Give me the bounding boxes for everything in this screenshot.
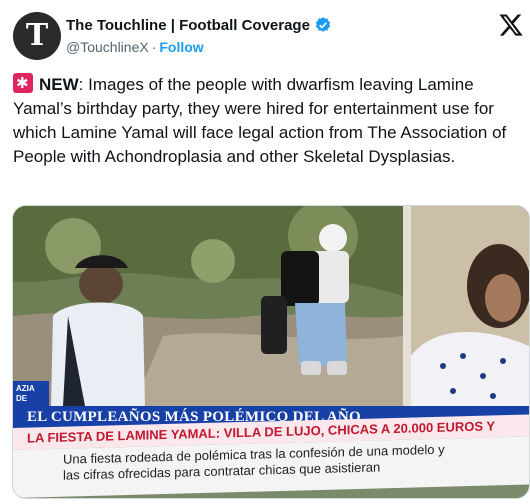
- follow-button[interactable]: Follow: [159, 39, 203, 55]
- avatar-logo: T: [25, 18, 49, 53]
- verified-badge-icon: [315, 17, 331, 32]
- tweet-text: NEW: Images of the people with dwarfism …: [13, 72, 523, 169]
- display-name[interactable]: The Touchline | Football Coverage: [66, 17, 310, 34]
- tweet-header: T The Touchline | Football Coverage @Tou…: [0, 0, 530, 70]
- separator-dot: ·: [151, 39, 157, 55]
- avatar[interactable]: T: [13, 12, 61, 60]
- tweet-body: : Images of the people with dwarfism lea…: [13, 75, 507, 166]
- handle-row: @TouchlineX · Follow: [66, 39, 204, 55]
- outdoor-scene-image: [13, 206, 403, 406]
- name-row: The Touchline | Football Coverage: [66, 16, 332, 34]
- rotating-light-icon: [13, 72, 33, 96]
- new-badge: NEW: [39, 75, 79, 94]
- handle[interactable]: @TouchlineX: [66, 39, 149, 55]
- tweet-media-image[interactable]: AZIA DE EL CUMPLEAÑOS MÁS POLÉMICO DEL A…: [12, 205, 530, 499]
- x-logo-icon[interactable]: [498, 12, 524, 38]
- studio-guest-image: [403, 206, 529, 406]
